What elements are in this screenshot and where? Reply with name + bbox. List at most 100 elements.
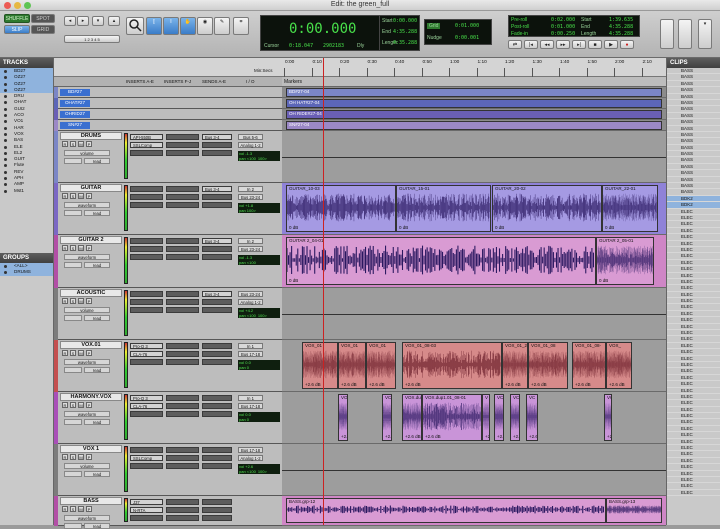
output-selector[interactable]: Analog 1-2 bbox=[238, 142, 263, 148]
insert-slot-fj[interactable] bbox=[166, 142, 199, 148]
track-visible-dot-icon[interactable] bbox=[4, 183, 7, 187]
track-name[interactable]: GUITAR 2 bbox=[60, 236, 122, 244]
vertical-zoom-icon[interactable]: ▾ bbox=[92, 16, 104, 26]
insert-slot[interactable]: API-550B bbox=[130, 134, 163, 140]
playhead[interactable] bbox=[323, 58, 324, 525]
timeline-ruler[interactable]: Min:Secs 0:00 0:10 0:20 0:30 0:40 0:50 1:00 1:1… bbox=[54, 58, 679, 77]
toolbar-menu-icon[interactable]: ▾ bbox=[698, 19, 712, 49]
send-slot[interactable] bbox=[202, 455, 232, 461]
smart-tool-icon[interactable]: ⌗ bbox=[233, 17, 249, 35]
dyn-button[interactable] bbox=[64, 419, 82, 425]
send-slot[interactable] bbox=[202, 254, 232, 260]
rewind-icon[interactable]: ◂◂ bbox=[540, 40, 554, 49]
audio-clip[interactable]: SN#27-04 bbox=[286, 121, 662, 130]
audio-clip[interactable]: VC +2.6 dB bbox=[382, 394, 392, 441]
track-name[interactable]: HARMONY.VOX bbox=[60, 393, 122, 401]
send-slot[interactable] bbox=[202, 246, 232, 252]
playlist-button[interactable]: P bbox=[86, 454, 92, 460]
insert-slot-fj[interactable] bbox=[166, 150, 199, 156]
insert-slot-fj[interactable] bbox=[166, 395, 199, 401]
insert-slot-fj[interactable] bbox=[166, 515, 199, 521]
playlist-button[interactable]: P bbox=[86, 506, 92, 512]
track-view-selector[interactable]: waveform bbox=[64, 202, 110, 208]
insert-slot-fj[interactable] bbox=[166, 499, 199, 505]
pencil-tool-icon[interactable]: ✎ bbox=[214, 17, 230, 35]
volume-automation-line[interactable] bbox=[282, 157, 666, 158]
go-to-end-icon[interactable]: ▸| bbox=[572, 40, 586, 49]
insert-slot[interactable] bbox=[130, 194, 163, 200]
insert-slot-fj[interactable] bbox=[166, 411, 199, 417]
playlist-button[interactable]: P bbox=[86, 245, 92, 251]
input-selector[interactable]: In 1 bbox=[238, 395, 263, 401]
track-visible-dot-icon[interactable] bbox=[4, 120, 7, 124]
automation-mode-selector[interactable]: read bbox=[84, 419, 110, 425]
solo-button[interactable]: S bbox=[70, 193, 76, 199]
track-name[interactable]: BD#27 bbox=[60, 89, 90, 96]
send-slot[interactable] bbox=[202, 343, 232, 349]
insert-slot[interactable] bbox=[130, 299, 163, 305]
insert-slot[interactable] bbox=[130, 463, 163, 469]
insert-slot[interactable]: CLA-76 bbox=[130, 403, 163, 409]
track-view-selector[interactable]: waveform bbox=[64, 359, 110, 365]
track-name[interactable]: OHAT#27 bbox=[60, 100, 90, 107]
automation-mode-selector[interactable]: read bbox=[84, 158, 110, 164]
groups-panel-title[interactable]: GROUPS bbox=[0, 253, 53, 263]
insert-slot-fj[interactable] bbox=[166, 246, 199, 252]
insert-slot-fj[interactable] bbox=[166, 194, 199, 200]
record-arm-button[interactable]: R bbox=[62, 350, 68, 356]
insert-slot[interactable] bbox=[130, 254, 163, 260]
track-visible-dot-icon[interactable] bbox=[4, 76, 7, 80]
insert-slot[interactable] bbox=[130, 307, 163, 313]
send-slot[interactable] bbox=[202, 142, 232, 148]
mute-button[interactable]: M bbox=[78, 141, 84, 147]
insert-slot-fj[interactable] bbox=[166, 447, 199, 453]
dyn-button[interactable] bbox=[64, 210, 82, 216]
automation-mode-selector[interactable]: read bbox=[84, 315, 110, 321]
audio-clip[interactable]: OH HAT#27-04 bbox=[286, 99, 662, 108]
spot-mode-button[interactable]: SPOT bbox=[31, 14, 55, 23]
insert-slot[interactable] bbox=[130, 447, 163, 453]
output-selector[interactable]: Bus 17-18 bbox=[238, 403, 263, 409]
insert-slot[interactable]: SSLComp bbox=[130, 455, 163, 461]
insert-slot-fj[interactable] bbox=[166, 359, 199, 365]
selection-display[interactable]: Start 0:00.000 End 4:35.288 Length 4:35.… bbox=[380, 15, 420, 51]
insert-slot[interactable] bbox=[130, 246, 163, 252]
track-visible-dot-icon[interactable] bbox=[4, 70, 7, 73]
insert-slot-fj[interactable] bbox=[166, 403, 199, 409]
track-name[interactable]: VOX 1 bbox=[60, 445, 122, 453]
audio-clip[interactable]: VO +2.6 dB bbox=[338, 394, 348, 441]
selector-tool-icon[interactable]: I bbox=[163, 17, 179, 35]
insert-slot[interactable]: J37 bbox=[130, 499, 163, 505]
track-visible-dot-icon[interactable] bbox=[4, 164, 7, 168]
input-selector[interactable]: Bus 23-24 bbox=[238, 291, 263, 297]
insert-slot-fj[interactable] bbox=[166, 134, 199, 140]
audio-clip[interactable]: GUITAR 2_04-01 0 dB bbox=[286, 237, 596, 285]
mute-button[interactable]: M bbox=[78, 245, 84, 251]
volume-pan-readout[interactable]: vol -1.3 pan <100 bbox=[238, 255, 280, 265]
audio-clip[interactable]: VOX.dup1.01_08-01 +2.6 dB bbox=[422, 394, 482, 441]
automation-mode-selector[interactable]: read bbox=[84, 367, 110, 373]
record-arm-button[interactable]: R bbox=[62, 402, 68, 408]
send-slot[interactable] bbox=[202, 395, 232, 401]
automation-mode-selector[interactable]: read bbox=[84, 262, 110, 268]
track-name[interactable]: SN#27 bbox=[60, 122, 90, 129]
audio-clip[interactable]: VO +2.6 dB bbox=[604, 394, 612, 441]
audio-clip[interactable]: GUITAR_15-01 0 dB bbox=[396, 185, 491, 232]
record-arm-button[interactable]: R bbox=[62, 298, 68, 304]
shuffle-mode-button[interactable]: SHUFFLE bbox=[4, 14, 30, 23]
insert-slot[interactable] bbox=[130, 150, 163, 156]
audio-clip[interactable]: V +2.6 dB bbox=[482, 394, 490, 441]
grid-mode-button[interactable]: GRID bbox=[31, 25, 55, 34]
tracks-panel-title[interactable]: TRACKS bbox=[0, 58, 53, 68]
track-list-item[interactable]: Mst1 bbox=[0, 188, 53, 194]
playlist-button[interactable]: P bbox=[86, 402, 92, 408]
send-slot[interactable] bbox=[202, 463, 232, 469]
track-visible-dot-icon[interactable] bbox=[4, 95, 7, 99]
track-view-selector[interactable]: waveform bbox=[64, 411, 110, 417]
audio-clip[interactable]: BASS.grp-13 bbox=[606, 498, 662, 523]
playlist-button[interactable]: P bbox=[86, 350, 92, 356]
grabber-tool-icon[interactable]: ✋ bbox=[180, 17, 196, 35]
insert-slot[interactable]: N-RTA bbox=[130, 507, 163, 513]
audio-clip[interactable]: GUITAR_20-02 0 dB bbox=[492, 185, 602, 232]
record-arm-button[interactable]: R bbox=[62, 245, 68, 251]
